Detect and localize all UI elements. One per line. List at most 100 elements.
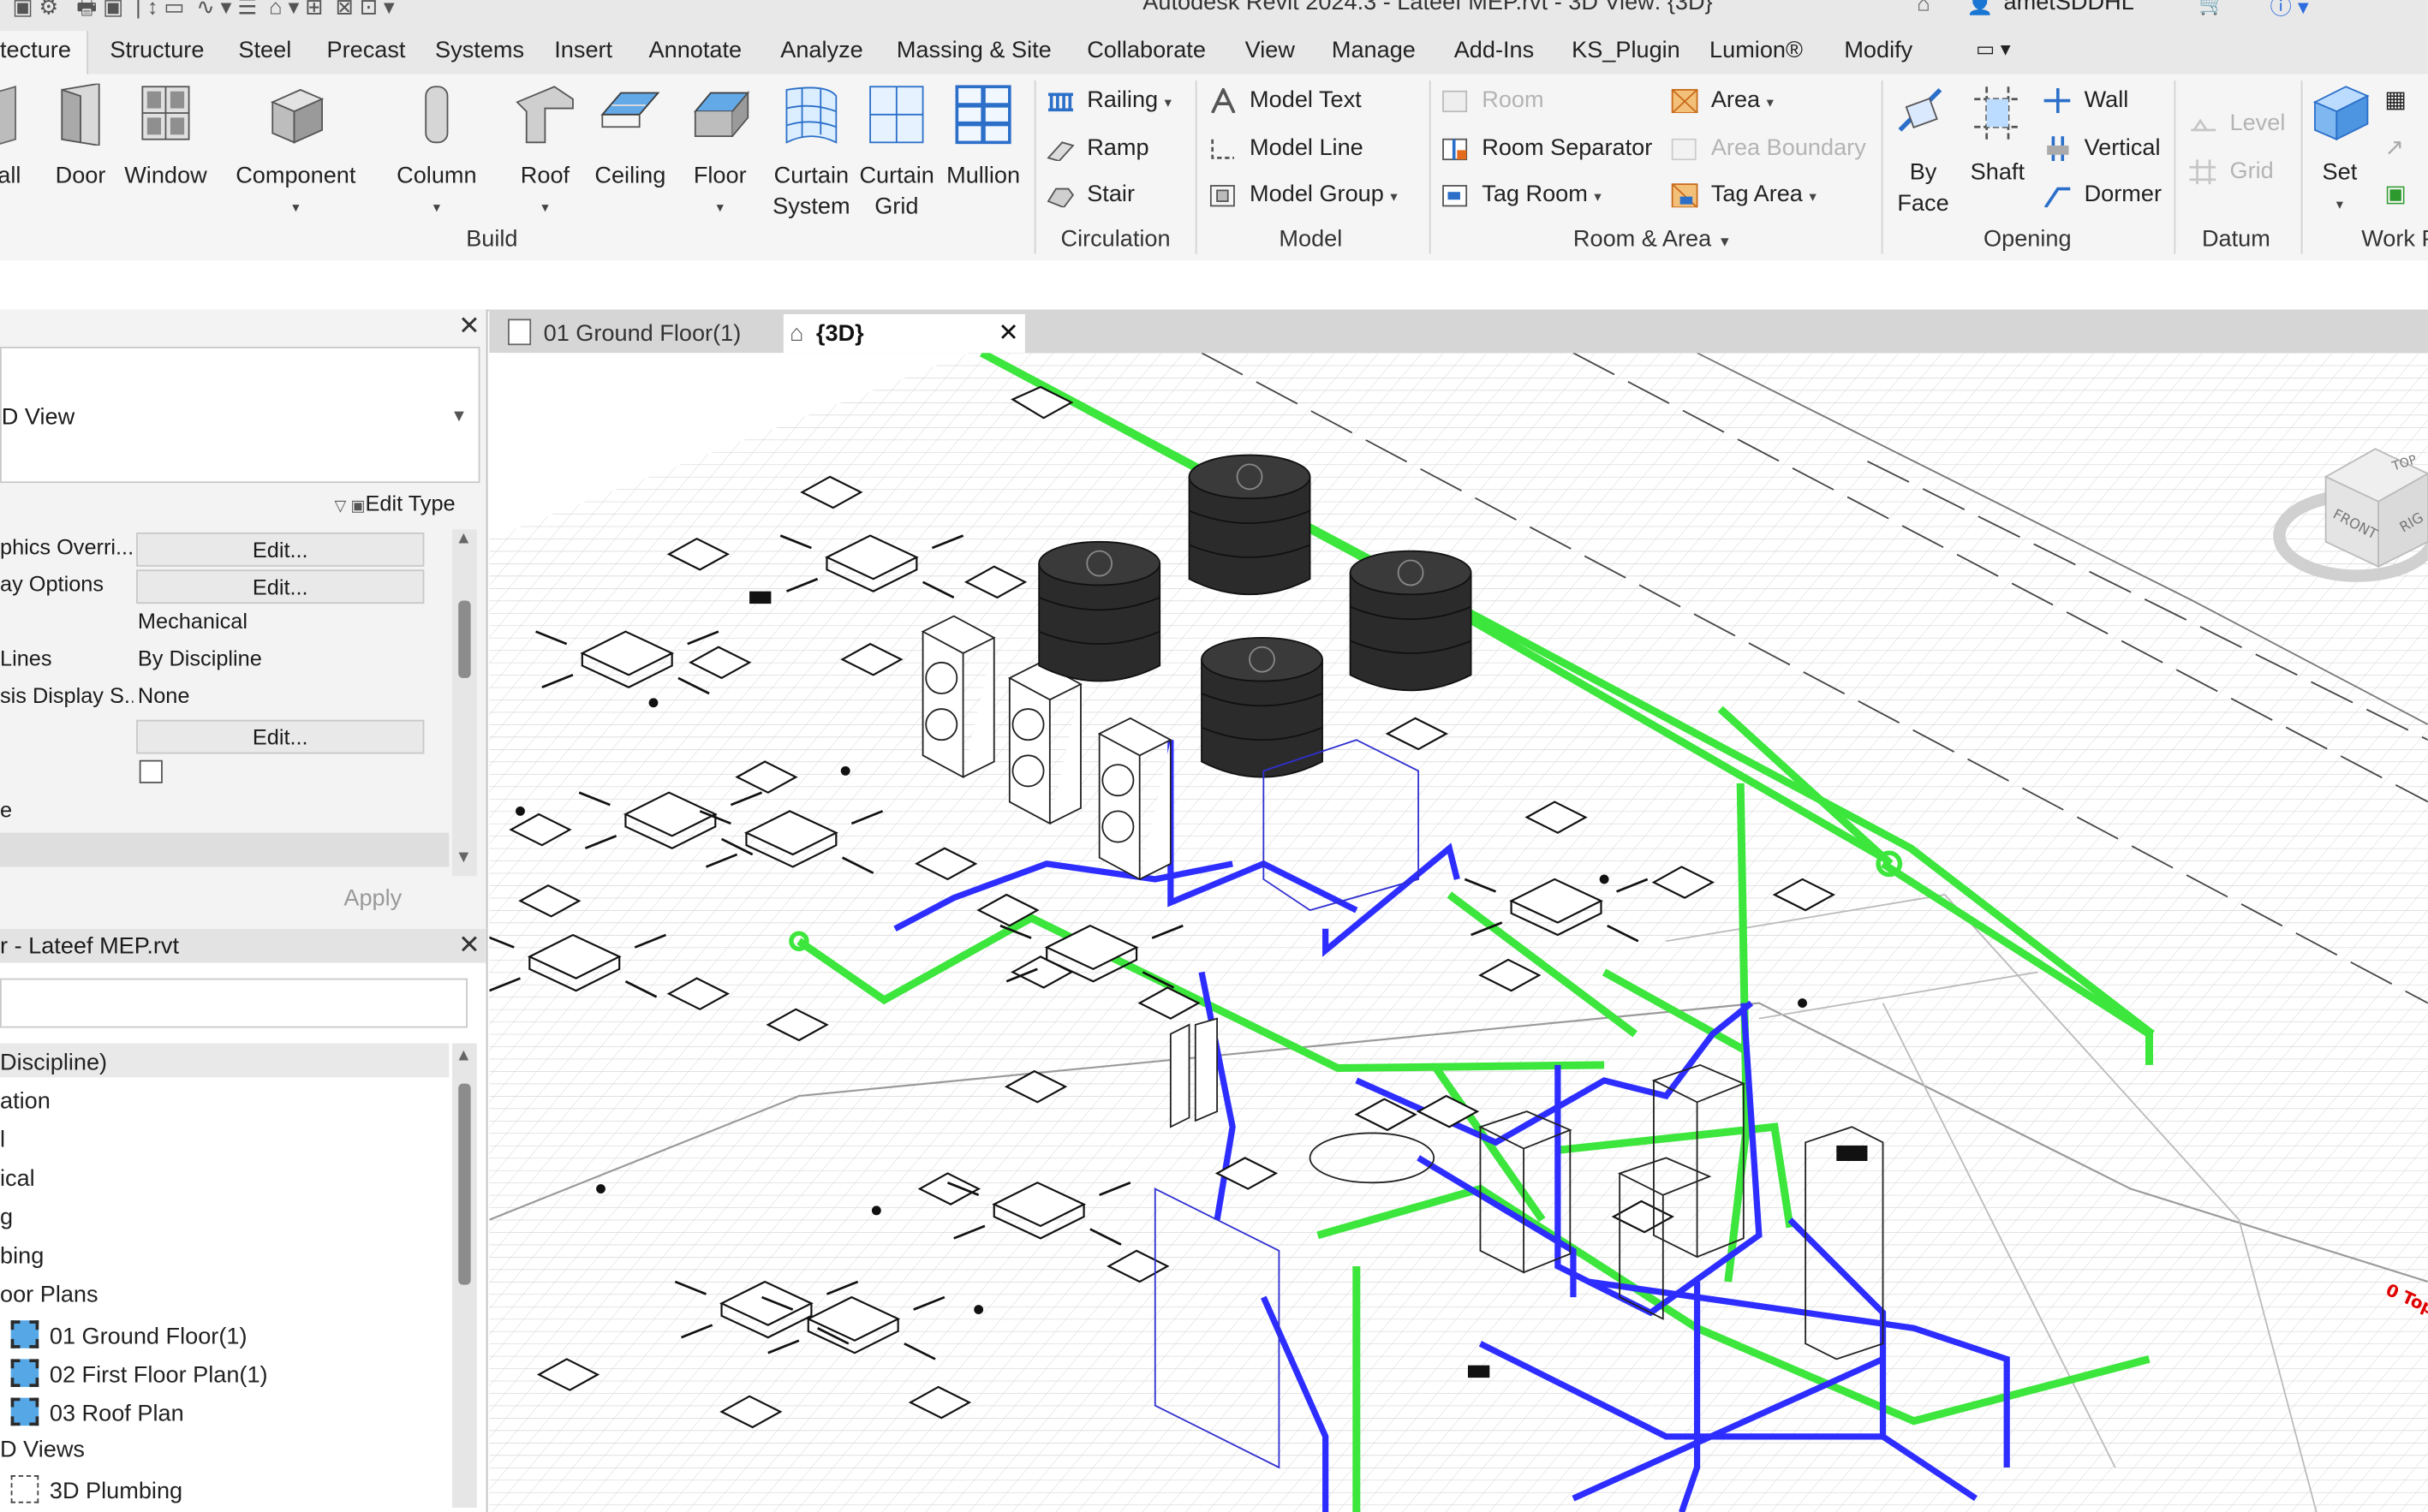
ramp-button[interactable]: Ramp: [1047, 130, 1149, 167]
door-button[interactable]: Door: [50, 82, 111, 193]
model-line-button[interactable]: Model Line: [1209, 130, 1363, 167]
properties-scrollbar[interactable]: ▲ ▼: [451, 529, 477, 877]
ceiling-button[interactable]: Ceiling: [592, 84, 669, 193]
floor-plan-icon: [10, 1397, 39, 1426]
wall-opening-button[interactable]: Wall: [2043, 82, 2128, 119]
tab-ks-plugin[interactable]: KS_Plugin: [1572, 37, 1680, 63]
property-value[interactable]: Mechanical: [138, 609, 248, 634]
browser-search-input[interactable]: [0, 978, 468, 1028]
area-button[interactable]: Area ▾: [1671, 82, 1774, 119]
floor-button[interactable]: Floor ▾: [684, 84, 755, 223]
chevron-up-icon[interactable]: ▲: [456, 1046, 473, 1065]
tab-massing-site[interactable]: Massing & Site: [897, 37, 1052, 63]
chevron-down-icon[interactable]: ▼: [456, 848, 473, 867]
curtain-grid-button[interactable]: Curtain Grid: [859, 84, 934, 223]
property-value[interactable]: None: [138, 682, 190, 707]
tab-annotate[interactable]: Annotate: [649, 37, 743, 63]
tree-item[interactable]: ation: [0, 1088, 51, 1115]
set-work-plane-button[interactable]: Set ▾: [2307, 84, 2372, 220]
scroll-thumb[interactable]: [458, 600, 471, 678]
property-value[interactable]: By Discipline: [138, 646, 262, 670]
room-button[interactable]: Room: [1441, 82, 1544, 119]
tab-insert[interactable]: Insert: [554, 37, 612, 63]
edit-button[interactable]: Edit...: [136, 569, 425, 604]
view-tab-3d[interactable]: ⌂ {3D} ✕: [783, 314, 1025, 354]
tree-item[interactable]: oor Plans: [0, 1282, 98, 1308]
by-face-button[interactable]: By Face: [1892, 84, 1954, 220]
grid-button[interactable]: Grid: [2189, 153, 2274, 190]
edit-button[interactable]: Edit...: [136, 532, 425, 567]
tab-add-ins[interactable]: Add-Ins: [1454, 37, 1534, 63]
door-label: Door: [55, 162, 106, 189]
view-tab-ground-floor[interactable]: 01 Ground Floor(1): [498, 314, 781, 354]
tree-item[interactable]: ical: [0, 1165, 35, 1192]
tab-systems[interactable]: Systems: [435, 37, 524, 63]
user-name[interactable]: ametSDDHL: [2004, 0, 2134, 15]
edit-type-button[interactable]: ▽ ▣Edit Type: [335, 491, 456, 515]
browser-scrollbar[interactable]: ▲: [451, 1043, 477, 1508]
tree-item[interactable]: D Views: [0, 1437, 85, 1463]
tab-architecture[interactable]: tecture: [0, 31, 89, 74]
tree-item-roof-plan[interactable]: 03 Roof Plan: [10, 1397, 184, 1427]
mullion-button[interactable]: Mullion: [940, 84, 1026, 193]
vertical-opening-button[interactable]: Vertical: [2044, 130, 2161, 167]
apply-button[interactable]: Apply: [343, 885, 402, 912]
model-text-icon: [1211, 88, 1236, 114]
room-area-panel-label[interactable]: Room & Area ▼: [1573, 226, 1732, 253]
roof-button[interactable]: Roof ▾: [511, 84, 580, 223]
type-selector[interactable]: D View ▼: [0, 346, 480, 484]
railing-button[interactable]: Railing ▾: [1047, 82, 1172, 119]
room-separator-button[interactable]: Room Separator: [1441, 130, 1652, 167]
model-drawing: TOP FRONT RIG 0 Top: [489, 353, 2428, 1512]
tree-item-ground-floor[interactable]: 01 Ground Floor(1): [10, 1320, 247, 1350]
tag-room-button[interactable]: Tag Room ▾: [1441, 176, 1602, 213]
wall-button[interactable]: all: [0, 84, 28, 193]
ribbon-minimize-icon[interactable]: ▭ ▾: [1976, 37, 2011, 62]
3d-view-canvas[interactable]: TOP FRONT RIG 0 Top: [489, 353, 2428, 1512]
tab-view[interactable]: View: [1245, 37, 1295, 63]
home-icon[interactable]: ⌂: [1917, 0, 1930, 15]
tab-structure[interactable]: Structure: [110, 37, 204, 63]
model-group-button[interactable]: Model Group ▾: [1209, 176, 1398, 213]
chevron-up-icon[interactable]: ▲: [456, 529, 473, 548]
edit-button[interactable]: Edit...: [136, 719, 425, 754]
close-icon[interactable]: ✕: [458, 931, 480, 961]
model-text-button[interactable]: Model Text: [1209, 82, 1362, 119]
tab-lumion[interactable]: Lumion®: [1709, 37, 1803, 63]
tab-manage[interactable]: Manage: [1332, 37, 1416, 63]
window-button[interactable]: Window: [121, 84, 211, 193]
ref-plane-icon[interactable]: ↗: [2384, 130, 2404, 167]
tab-modify[interactable]: Modify: [1844, 37, 1912, 63]
component-button[interactable]: Component ▾: [230, 84, 362, 223]
tree-item[interactable]: Discipline): [0, 1050, 107, 1076]
scroll-thumb[interactable]: [458, 1083, 471, 1285]
quick-access-toolbar-icons[interactable]: ▣ ⚙ 🖶 ▣ | ↕ ▭ ∿ ▾ ☰ ⌂ ▾ ⊞ ⊠ ⊡ ▾: [12, 0, 394, 28]
tab-precast[interactable]: Precast: [326, 37, 405, 63]
tree-item[interactable]: bing: [0, 1243, 44, 1270]
tab-collaborate[interactable]: Collaborate: [1087, 37, 1206, 63]
property-group-header[interactable]: [0, 832, 450, 867]
tab-analyze[interactable]: Analyze: [780, 37, 863, 63]
roof-label: Roof: [520, 162, 570, 189]
close-icon[interactable]: ✕: [998, 314, 1018, 353]
column-button[interactable]: Column ▾: [393, 84, 480, 223]
tag-area-button[interactable]: Tag Area ▾: [1671, 176, 1817, 213]
close-icon[interactable]: ✕: [458, 311, 480, 342]
tab-steel[interactable]: Steel: [238, 37, 291, 63]
area-boundary-button[interactable]: Area Boundary: [1671, 130, 1866, 167]
viewer-icon[interactable]: ▣: [2384, 176, 2407, 213]
dormer-opening-button[interactable]: Dormer: [2043, 176, 2162, 213]
user-icon[interactable]: 👤: [1966, 0, 1994, 17]
property-checkbox[interactable]: [139, 759, 163, 783]
tree-item[interactable]: g: [0, 1205, 13, 1231]
tree-item[interactable]: l: [0, 1127, 5, 1153]
tree-item-3d-plumbing[interactable]: 3D Plumbing: [10, 1475, 182, 1504]
level-button[interactable]: Level: [2190, 105, 2285, 142]
stair-button[interactable]: Stair: [1047, 176, 1135, 213]
help-icon[interactable]: ⓘ ▾: [2270, 0, 2309, 21]
cart-icon[interactable]: 🛒: [2198, 0, 2226, 17]
show-work-plane-icon[interactable]: ▦: [2384, 82, 2407, 119]
curtain-system-button[interactable]: Curtain System: [770, 84, 854, 223]
shaft-button[interactable]: Shaft: [1964, 84, 2032, 189]
tree-item-first-floor[interactable]: 02 First Floor Plan(1): [10, 1359, 268, 1389]
